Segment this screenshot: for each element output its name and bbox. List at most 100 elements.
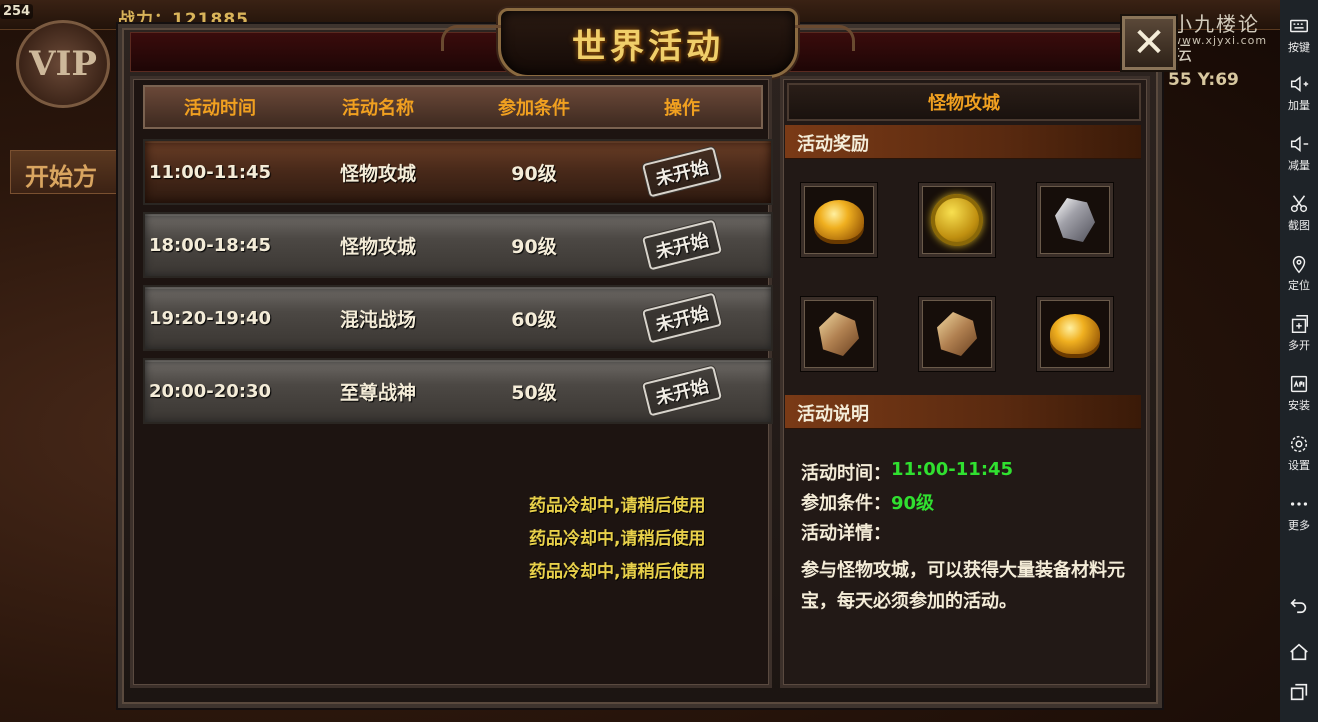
activity-name: 怪物攻城: [339, 235, 416, 258]
sidebar-label: 定位: [1288, 279, 1310, 292]
left-event-banner[interactable]: 开始方: [10, 150, 120, 194]
activity-row[interactable]: 18:00-18:45 怪物攻城 90级 未开始: [143, 212, 773, 278]
info-condition-line: 参加条件： 90级: [801, 489, 1131, 519]
world-activity-dialog: 世界活动 活动时间 活动名称 参加条件 操作 11:00-11:45 怪物攻城 …: [118, 8, 1162, 708]
install-apk-button[interactable]: 安装: [1280, 364, 1318, 422]
activity-name: 怪物攻城: [339, 162, 416, 185]
activity-table-header: 活动时间 活动名称 参加条件 操作: [143, 85, 763, 129]
cooldown-message: 药品冷却中,请稍后使用: [529, 529, 706, 549]
volume-down-button[interactable]: 减量: [1280, 124, 1318, 182]
cooldown-message: 药品冷却中,请稍后使用: [529, 496, 706, 516]
activity-condition: 60级: [511, 308, 557, 331]
emulator-sidebar: 按键 加量 减量 截图 定位 多开 安装 设置 更多: [1280, 0, 1318, 722]
scissors-icon: [1290, 195, 1308, 213]
multi-instance-button[interactable]: 多开: [1280, 304, 1318, 362]
system-messages: 药品冷却中,请稍后使用 药品冷却中,请稍后使用 药品冷却中,请稍后使用: [529, 491, 705, 590]
header-condition: 参加条件: [498, 98, 570, 119]
activity-time: 18:00-18:45: [149, 234, 272, 256]
home-button[interactable]: [1280, 632, 1318, 672]
back-button[interactable]: [1280, 584, 1318, 624]
info-time-line: 活动时间： 11:00-11:45: [801, 459, 1131, 489]
close-button[interactable]: ✕: [1122, 16, 1176, 70]
not-started-stamp: 未开始: [641, 292, 723, 344]
activity-time: 11:00-11:45: [149, 161, 272, 183]
gold-ingot-icon: [1050, 314, 1100, 354]
activity-name: 混沌战场: [339, 308, 416, 331]
back-arrow-icon: [1290, 598, 1307, 614]
player-level-badge: 254: [0, 4, 34, 19]
keymap-button[interactable]: 按键: [1280, 6, 1318, 64]
detail-title: 怪物攻城: [787, 83, 1141, 121]
sidebar-label: 安装: [1288, 399, 1310, 412]
info-condition-label: 参加条件：: [801, 493, 891, 514]
gear-icon: [1290, 435, 1308, 453]
header-action: 操作: [664, 98, 700, 119]
reward-slot[interactable]: [801, 183, 877, 257]
screenshot-button[interactable]: 截图: [1280, 184, 1318, 242]
header-name: 活动名称: [342, 98, 414, 119]
silver-crystal-icon: [1055, 198, 1095, 242]
location-button[interactable]: 定位: [1280, 244, 1318, 302]
vip-badge[interactable]: VIP: [16, 20, 110, 108]
info-condition-value: 90级: [891, 493, 935, 514]
volume-up-button[interactable]: 加量: [1280, 64, 1318, 122]
home-icon: [1290, 643, 1308, 661]
dialog-title-plate: 世界活动: [441, 8, 855, 78]
reward-grid: [801, 183, 1113, 373]
activity-name: 至尊战神: [339, 381, 416, 404]
info-time-value: 11:00-11:45: [891, 459, 1014, 480]
activity-list-pane: 活动时间 活动名称 参加条件 操作 11:00-11:45 怪物攻城 90级 未…: [130, 76, 773, 688]
settings-button[interactable]: 设置: [1280, 424, 1318, 482]
activity-condition: 90级: [511, 162, 557, 185]
activity-info: 活动时间： 11:00-11:45 参加条件： 90级 活动详情： 参与怪物攻城…: [801, 459, 1131, 617]
sidebar-label: 多开: [1288, 339, 1310, 352]
title-ornament-right: [795, 25, 855, 51]
not-started-stamp: 未开始: [641, 219, 723, 271]
location-pin-icon: [1292, 256, 1306, 274]
activity-condition: 90级: [511, 235, 557, 258]
more-dots-icon: [1290, 502, 1308, 506]
reward-slot[interactable]: [919, 297, 995, 371]
map-coordinates: 55 Y:69: [1168, 70, 1239, 90]
sidebar-label: 加量: [1288, 99, 1310, 112]
recent-apps-icon: [1290, 683, 1308, 701]
dialog-title: 世界活动: [572, 26, 724, 67]
activity-action-cell: 未开始: [607, 365, 757, 417]
sidebar-label: 减量: [1288, 159, 1310, 172]
reward-slot[interactable]: [801, 297, 877, 371]
activity-action-cell: 未开始: [607, 146, 757, 198]
activity-detail-pane: 怪物攻城 活动奖励 活动说明 活动时间： 11:00-11:45 参加条件： 9…: [780, 76, 1150, 688]
multi-window-icon: [1291, 315, 1308, 333]
site-watermark-url: www.xjyxi.com: [1172, 34, 1268, 47]
activity-time: 20:00-20:30: [149, 380, 272, 402]
reward-slot[interactable]: [919, 183, 995, 257]
vip-label: VIP: [29, 44, 97, 84]
sidebar-label: 截图: [1288, 219, 1310, 232]
title-ornament-left: [441, 25, 501, 51]
activity-row[interactable]: 19:20-19:40 混沌战场 60级 未开始: [143, 285, 773, 351]
rewards-header: 活动奖励: [785, 125, 1141, 159]
activity-row[interactable]: 11:00-11:45 怪物攻城 90级 未开始: [143, 139, 773, 205]
more-button[interactable]: 更多: [1280, 484, 1318, 542]
info-detail-line: 活动详情：: [801, 519, 1131, 549]
activity-description: 参与怪物攻城，可以获得大量装备材料元宝，每天必须参加的活动。: [801, 560, 1125, 612]
activity-rows: 11:00-11:45 怪物攻城 90级 未开始 18:00-18:45 怪物攻…: [143, 139, 773, 431]
header-time: 活动时间: [184, 98, 256, 119]
activity-condition: 50级: [511, 381, 557, 404]
activity-action-cell: 未开始: [607, 219, 757, 271]
apk-install-icon: [1290, 375, 1308, 393]
gold-ingot-icon: [814, 200, 864, 240]
sidebar-label: 更多: [1288, 519, 1310, 532]
reward-slot[interactable]: [1037, 183, 1113, 257]
volume-up-icon: [1290, 76, 1309, 92]
activity-time: 19:20-19:40: [149, 307, 272, 329]
not-started-stamp: 未开始: [641, 365, 723, 417]
gold-coin-icon: [931, 194, 983, 246]
recent-apps-button[interactable]: [1280, 672, 1318, 712]
description-header: 活动说明: [785, 395, 1141, 429]
activity-row[interactable]: 20:00-20:30 至尊战神 50级 未开始: [143, 358, 773, 424]
volume-down-icon: [1290, 136, 1309, 152]
reward-slot[interactable]: [1037, 297, 1113, 371]
ore-chunk-icon: [937, 312, 977, 356]
activity-action-cell: 未开始: [607, 292, 757, 344]
